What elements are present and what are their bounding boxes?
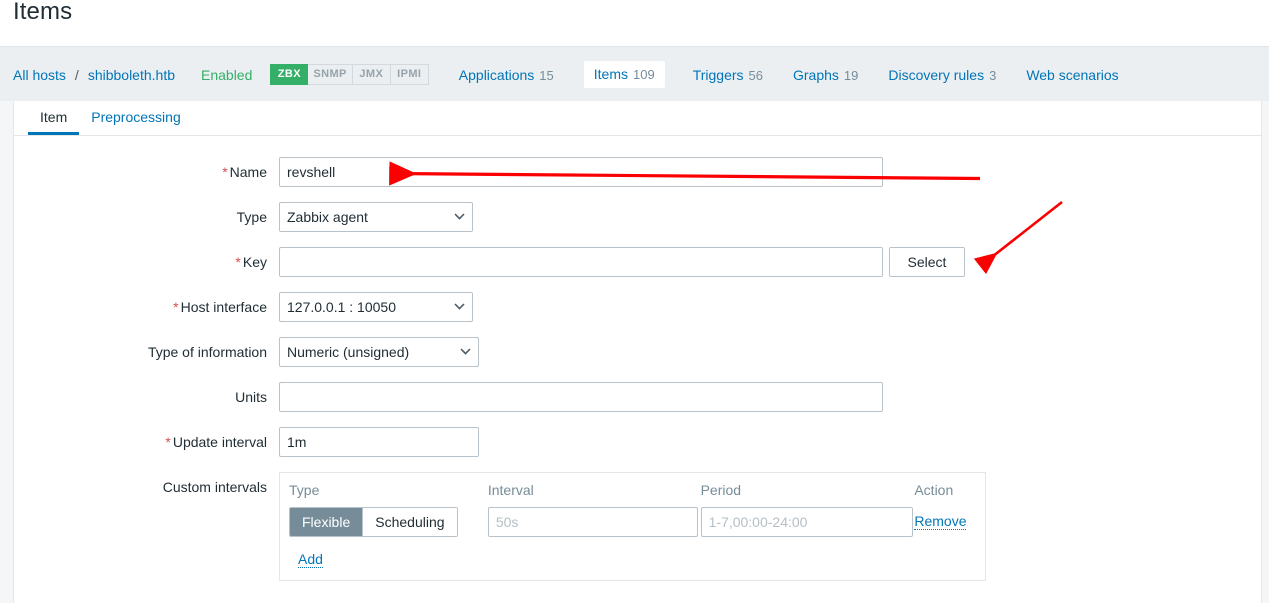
nav-count-graphs: 19 [843, 67, 859, 83]
label-units: Units [235, 389, 267, 405]
add-interval-link[interactable]: Add [298, 551, 323, 568]
label-key: * Key [235, 254, 267, 270]
nav-count-applications: 15 [539, 67, 554, 83]
protocol-badge-snmp[interactable]: SNMP [308, 64, 353, 85]
chevron-down-icon [446, 347, 471, 358]
field-row-custom-intervals: Custom intervals Type Interval Period Ac… [14, 472, 1261, 581]
item-form: *Name Type Zabbix agent [14, 136, 1261, 591]
toggle-option-flexible[interactable]: Flexible [290, 508, 363, 536]
title-band: Items [0, 0, 1269, 46]
breadcrumb-host-name[interactable]: shibboleth.htb [88, 67, 175, 83]
label-name: * Name [222, 164, 267, 180]
nav-label-triggers[interactable]: Triggers [693, 67, 744, 83]
label-host-interface: * Host interface [173, 299, 267, 315]
field-row-type: Type Zabbix agent [14, 202, 1261, 232]
protocol-badge-jmx[interactable]: JMX [352, 64, 391, 85]
key-select-button[interactable]: Select [889, 247, 965, 277]
label-type-of-information: Type of information [147, 344, 267, 360]
interval-type-toggle: Flexible Scheduling [289, 507, 458, 537]
custom-intervals-header-row: Type Interval Period Action [289, 482, 974, 507]
nav-count-discovery-rules: 3 [989, 67, 997, 83]
protocol-badge-zbx[interactable]: ZBX [270, 64, 309, 85]
field-row-host-interface: * Host interface 127.0.0.1 : 10050 [14, 292, 1261, 322]
required-marker-update-interval: * [165, 434, 171, 450]
chevron-down-icon [440, 302, 465, 313]
form-tabs: Item Preprocessing [14, 101, 1261, 136]
breadcrumb: All hosts / shibboleth.htb Enabled ZBX S… [13, 47, 1119, 102]
nav-label-discovery-rules[interactable]: Discovery rules [888, 67, 984, 83]
nav-item-discovery-rules[interactable]: Discovery rules 3 [888, 67, 996, 83]
action-cell: Remove [914, 513, 974, 531]
protocol-badge-ipmi[interactable]: IPMI [390, 64, 429, 85]
custom-period-input[interactable] [700, 507, 913, 537]
custom-intervals-table: Type Interval Period Action Flexible Sch… [279, 472, 986, 581]
field-row-type-of-information: Type of information Numeric (unsigned) [14, 337, 1261, 367]
protocol-badge-group: ZBX SNMP JMX IPMI [270, 64, 429, 85]
nav-item-items[interactable]: Items 109 [583, 61, 665, 88]
field-row-name: * Name [14, 157, 1261, 187]
breadcrumb-separator: / [74, 66, 79, 83]
period-value-cell [700, 507, 915, 537]
remove-interval-link[interactable]: Remove [914, 513, 967, 530]
field-row-units: Units [14, 382, 1261, 412]
type-of-information-select[interactable]: Numeric (unsigned) [279, 337, 479, 367]
nav-item-applications[interactable]: Applications 15 [459, 67, 554, 83]
update-interval-input[interactable] [279, 427, 479, 457]
type-of-information-value: Numeric (unsigned) [287, 344, 410, 360]
label-update-interval: * Update interval [165, 434, 267, 450]
host-interface-value: 127.0.0.1 : 10050 [287, 299, 396, 315]
field-row-update-interval: * Update interval [14, 427, 1261, 457]
column-header-action: Action [914, 482, 954, 498]
name-input[interactable] [279, 157, 883, 187]
column-header-period: Period [700, 482, 742, 498]
custom-interval-input[interactable] [487, 507, 698, 537]
nav-item-graphs[interactable]: Graphs 19 [793, 67, 858, 83]
label-custom-intervals: Custom intervals [162, 479, 267, 495]
required-marker-host-interface: * [173, 299, 179, 315]
nav-label-graphs[interactable]: Graphs [793, 67, 839, 83]
type-select[interactable]: Zabbix agent [279, 202, 473, 232]
toggle-option-scheduling[interactable]: Scheduling [362, 508, 457, 536]
host-navigation-band: All hosts / shibboleth.htb Enabled ZBX S… [0, 46, 1269, 101]
key-input[interactable] [279, 247, 883, 277]
nav-item-web-scenarios[interactable]: Web scenarios [1026, 67, 1118, 83]
host-status-badge[interactable]: Enabled [201, 67, 252, 83]
nav-label-items[interactable]: Items [594, 66, 628, 82]
tab-item[interactable]: Item [28, 101, 80, 135]
field-row-key: * Key Select [14, 247, 1261, 277]
units-input[interactable] [279, 382, 883, 412]
type-select-value: Zabbix agent [287, 209, 368, 225]
required-marker-key: * [235, 254, 241, 270]
nav-item-triggers[interactable]: Triggers 56 [693, 67, 763, 83]
page-title: Items [13, 0, 73, 25]
label-type: Type [236, 209, 267, 225]
nav-label-web-scenarios[interactable]: Web scenarios [1026, 67, 1118, 83]
nav-count-items: 109 [632, 67, 655, 82]
tab-preprocessing[interactable]: Preprocessing [79, 101, 193, 134]
column-header-type: Type [289, 482, 320, 498]
host-interface-select[interactable]: 127.0.0.1 : 10050 [279, 292, 473, 322]
item-form-card: Item Preprocessing *Name Type Zabbix age… [13, 101, 1262, 603]
table-row: Flexible Scheduling Remov [289, 507, 974, 537]
nav-count-triggers: 56 [748, 67, 763, 83]
interval-type-toggle-cell: Flexible Scheduling [289, 507, 488, 537]
required-marker-name: * [222, 164, 228, 180]
interval-value-cell [487, 507, 701, 537]
app-root: Items All hosts / shibboleth.htb Enabled… [0, 0, 1269, 603]
breadcrumb-all-hosts[interactable]: All hosts [13, 67, 66, 83]
chevron-down-icon [440, 212, 465, 223]
column-header-interval: Interval [487, 482, 534, 498]
nav-label-applications[interactable]: Applications [459, 67, 535, 83]
